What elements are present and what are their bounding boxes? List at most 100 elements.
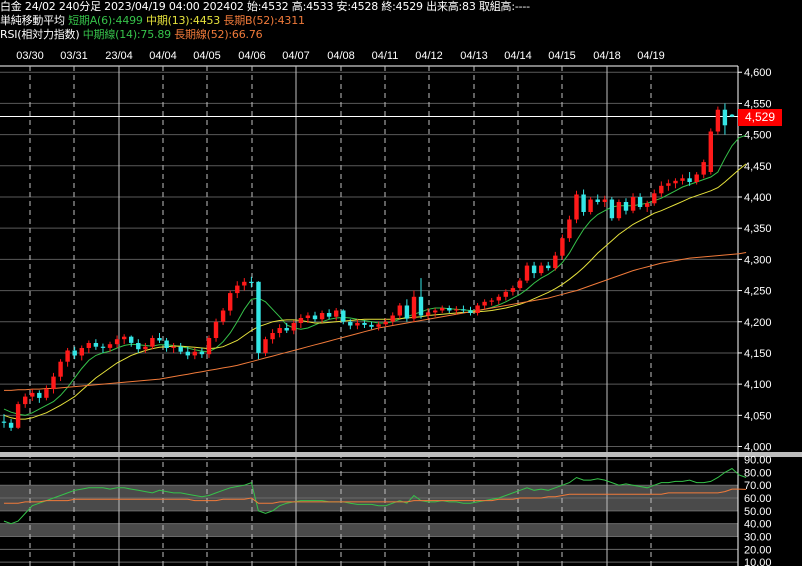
price-tick-label: 4,250 <box>744 286 772 298</box>
candle-body <box>30 392 35 397</box>
date-tick-label: 04/14 <box>504 50 532 62</box>
last-price-marker: 4,529 <box>738 109 782 126</box>
date-tick-label: 04/11 <box>372 50 399 62</box>
candle-body <box>72 350 77 356</box>
candle-body <box>86 343 91 348</box>
rsi-tick-label: 90.00 <box>744 455 772 467</box>
candle-body <box>687 178 692 182</box>
price-tick-label: 4,350 <box>744 223 772 235</box>
rsi-band <box>0 523 738 537</box>
candle-body <box>178 346 183 352</box>
price-tick-label: 4,000 <box>744 442 772 454</box>
candle-body <box>482 301 487 306</box>
candle-body <box>503 291 508 297</box>
candle-body <box>136 343 141 350</box>
candle-body <box>192 351 197 356</box>
price-chart[interactable]: 4,6004,5504,5004,4504,4004,3504,3004,250… <box>0 0 802 566</box>
candle-body <box>305 315 311 318</box>
price-tick-label: 4,300 <box>744 254 772 266</box>
candle-body <box>454 309 459 311</box>
rsi-tick-label: 30.00 <box>744 532 772 544</box>
candle-body <box>334 310 339 317</box>
date-tick-label: 04/05 <box>193 50 221 62</box>
candle-body <box>623 202 629 211</box>
candle-body <box>100 346 106 348</box>
candle-body <box>722 109 728 126</box>
candle-body <box>157 338 162 341</box>
date-tick-label: 04/12 <box>415 50 443 62</box>
candle-body <box>539 265 544 274</box>
rsi-tick-label: 60.00 <box>744 493 772 505</box>
date-tick-label: 04/07 <box>282 50 310 62</box>
candle-body <box>220 310 226 322</box>
candle-body <box>362 323 367 325</box>
candle-body <box>609 199 615 219</box>
candle-body <box>284 328 289 331</box>
candle-body <box>659 185 664 194</box>
candle-body <box>51 376 56 390</box>
ma-short-line <box>3 134 747 416</box>
candle-body <box>461 309 466 311</box>
candle-body <box>630 197 636 211</box>
candle-body <box>708 131 713 172</box>
rsi-tick-label: 80.00 <box>744 467 772 479</box>
candle-body <box>312 315 318 320</box>
candle-body <box>524 265 530 281</box>
candle-body <box>411 296 417 319</box>
candle-body <box>270 333 275 340</box>
candle-body <box>242 281 247 286</box>
candle-body <box>37 392 42 398</box>
rsi-tick-label: 40.00 <box>744 519 772 531</box>
candle-body <box>496 296 501 301</box>
date-tick-label: 04/04 <box>149 50 177 62</box>
candle-body <box>729 114 735 117</box>
candle-body <box>652 193 657 204</box>
candle-body <box>326 313 332 317</box>
date-tick-label: 04/19 <box>637 50 665 62</box>
candle-body <box>44 389 49 398</box>
candle-body <box>369 324 374 327</box>
candle-body <box>645 203 650 207</box>
price-tick-label: 4,400 <box>744 192 772 204</box>
candle-body <box>122 336 127 340</box>
price-tick-label: 4,500 <box>744 130 772 142</box>
date-tick-label: 23/04 <box>105 50 133 62</box>
candle-body <box>531 265 537 274</box>
date-tick-label: 04/13 <box>460 50 488 62</box>
candle-body <box>348 321 353 326</box>
rsi-tick-label: 70.00 <box>744 480 772 492</box>
candle-body <box>143 346 148 350</box>
candle-body <box>213 321 219 338</box>
date-tick-label: 04/18 <box>593 50 621 62</box>
candle-body <box>715 109 721 132</box>
candle-body <box>440 308 445 311</box>
candle-body <box>93 343 99 347</box>
candle-body <box>701 162 706 175</box>
candle-body <box>164 340 169 348</box>
candle-body <box>404 305 410 319</box>
candle-body <box>595 199 600 202</box>
candle-body <box>581 194 586 212</box>
candle-body <box>249 281 254 283</box>
date-tick-label: 03/30 <box>16 50 44 62</box>
date-tick-label: 04/06 <box>238 50 266 62</box>
candle-body <box>185 351 190 356</box>
candle-body <box>107 344 113 348</box>
candle-body <box>673 180 678 184</box>
price-tick-label: 4,050 <box>744 410 772 422</box>
price-tick-label: 4,100 <box>744 379 772 391</box>
candle-body <box>376 324 381 327</box>
candle-body <box>129 336 134 343</box>
candle-body <box>418 296 424 316</box>
candle-body <box>58 361 63 377</box>
candle-body <box>319 313 325 320</box>
candle-body <box>510 288 516 292</box>
candle-body <box>1 421 7 423</box>
candle-body <box>355 323 360 326</box>
rsi-tick-label: 50.00 <box>744 506 772 518</box>
date-tick-label: 03/31 <box>60 50 88 62</box>
candle-body <box>65 350 70 362</box>
candle-body <box>341 310 346 322</box>
rsi-tick-label: 20.00 <box>744 544 772 556</box>
candle-body <box>171 346 176 348</box>
